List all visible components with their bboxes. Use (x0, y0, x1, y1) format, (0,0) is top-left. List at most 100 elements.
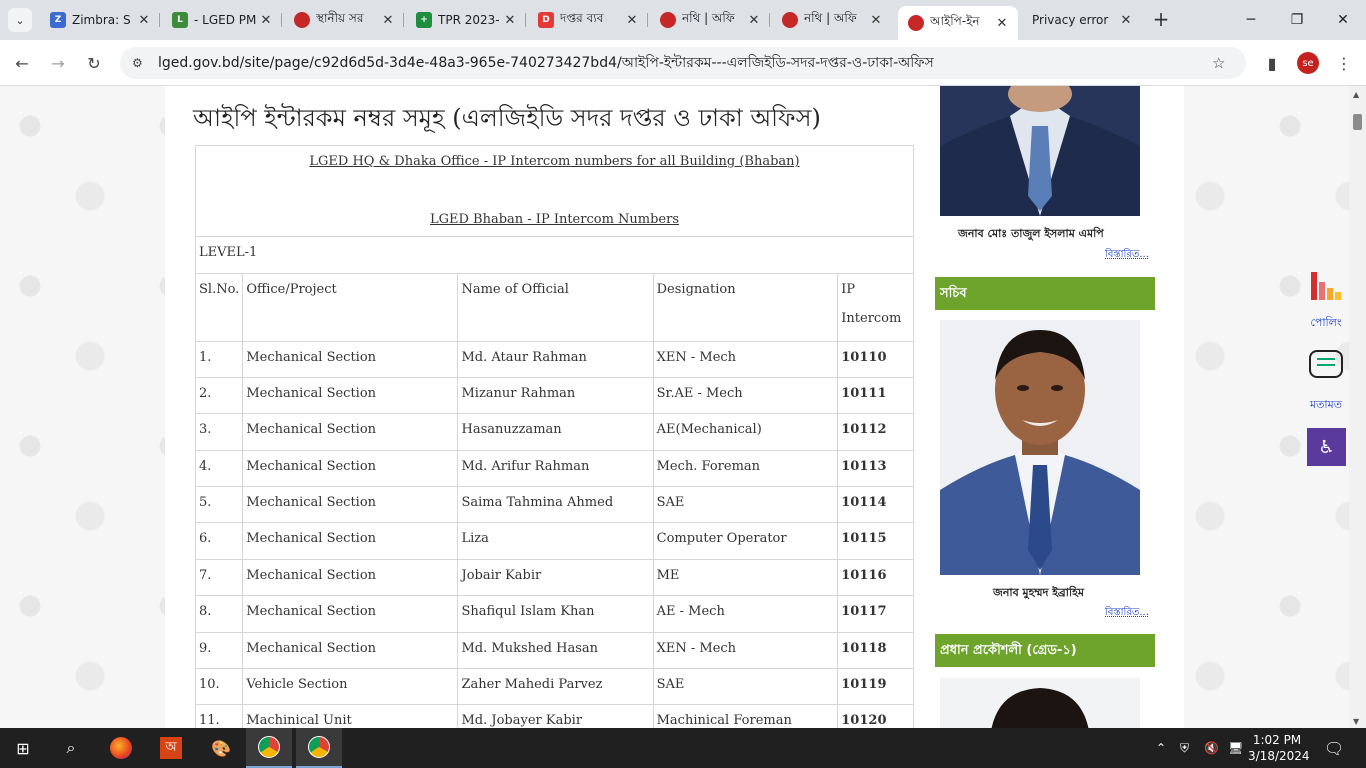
tab-search-button[interactable]: ⌄ (8, 8, 32, 32)
content-area: আইপি ইন্টারকম নম্বর সমূহ (এলজিইডি সদর দপ… (165, 86, 1184, 728)
firefox-button[interactable] (98, 728, 144, 768)
poll-widget[interactable]: পোলিং (1300, 266, 1352, 333)
profile-avatar[interactable]: se (1297, 52, 1319, 74)
avro-keyboard-icon: অ (160, 737, 182, 759)
cell-ip: 10111 (837, 376, 914, 415)
cell-office: Mechanical Section (242, 631, 459, 670)
close-icon[interactable]: ✕ (994, 16, 1010, 31)
cell-name: Saima Tahmina Ahmed (457, 486, 654, 524)
tab-doptor[interactable]: D দপ্তর ব্যব ✕ (528, 6, 648, 34)
new-tab-button[interactable]: + (1150, 8, 1172, 30)
avro-button[interactable]: অ (148, 728, 194, 768)
cell-designation: Mech. Foreman (652, 449, 839, 488)
chrome-profile-icon (308, 736, 330, 758)
table-row: 11. Machinical Unit Md. Jobayer Kabir Machi… (194, 704, 914, 728)
cell-sl: 7. (194, 558, 244, 597)
forward-button[interactable]: → (46, 51, 70, 75)
site-info-icon[interactable]: ⚙ (132, 56, 148, 70)
start-button[interactable]: ⊞ (0, 728, 46, 768)
tab-privacy-error[interactable]: Privacy error ✕ (1020, 6, 1142, 34)
page-viewport: আইপি ইন্টারকম নম্বর সমূহ (এলজিইডি সদর দপ… (0, 86, 1366, 728)
chevron-down-icon: ⌄ (15, 13, 25, 27)
system-clock[interactable]: 1:02 PM 3/18/2024 (1248, 732, 1310, 764)
paint-button[interactable]: 🎨 (198, 728, 244, 768)
cell-office: Mechanical Section (242, 376, 459, 415)
menu-button[interactable]: ⋮ (1332, 51, 1356, 75)
minimize-button[interactable]: ─ (1228, 0, 1274, 40)
close-icon[interactable]: ✕ (624, 13, 640, 28)
close-icon[interactable]: ✕ (746, 13, 762, 28)
cell-ip: 10114 (837, 486, 914, 524)
tab-local-gov[interactable]: স্থানীয় সর ✕ (284, 6, 404, 34)
tab-title: দপ্তর ব্যব (560, 11, 604, 25)
cell-sl: 1. (194, 340, 244, 378)
cell-name: Hasanuzzaman (457, 413, 654, 451)
cell-office: Machinical Unit (242, 704, 459, 728)
cell-ip: 10117 (837, 595, 914, 633)
close-window-button[interactable]: ✕ (1320, 0, 1366, 40)
restore-button[interactable]: ❐ (1274, 0, 1320, 40)
tab-zimbra[interactable]: Z Zimbra: S ✕ (40, 6, 160, 34)
header-sl: Sl.No. (194, 272, 244, 342)
bd-emblem-favicon-icon (782, 12, 798, 28)
tab-ip-intercom-active[interactable]: আইপি-ইন ✕ (898, 6, 1018, 40)
scroll-thumb[interactable] (1353, 114, 1362, 130)
doptor-favicon-icon: D (538, 12, 554, 28)
table-header-row: Sl.No. Office/Project Name of Official D… (194, 272, 914, 342)
tab-nothi-1[interactable]: নথি | অফি ✕ (650, 6, 770, 34)
close-icon[interactable]: ✕ (258, 13, 274, 28)
cell-designation: XEN - Mech (652, 631, 839, 670)
minister-details-link[interactable]: বিস্তারিত... (1105, 247, 1149, 264)
cell-office: Mechanical Section (242, 595, 459, 633)
close-icon[interactable]: ✕ (1118, 13, 1134, 28)
table-row: 9. Mechanical Section Md. Mukshed Hasan XEN… (194, 631, 914, 670)
tab-title: নথি | অফি (682, 11, 735, 25)
tab-lged-pm[interactable]: L - LGED PM ✕ (162, 6, 282, 34)
cell-designation: Computer Operator (652, 522, 839, 560)
windows-logo-icon: ⊞ (16, 738, 30, 758)
scroll-down-arrow-icon[interactable]: ▼ (1353, 717, 1359, 726)
chief-engineer-photo (940, 678, 1140, 728)
tab-tpr[interactable]: + TPR 2023- ✕ (406, 6, 526, 34)
bd-emblem-favicon-icon (294, 12, 310, 28)
cell-designation: ME (652, 558, 839, 597)
close-icon[interactable]: ✕ (868, 13, 884, 28)
reload-button[interactable]: ↻ (82, 51, 106, 75)
bookmark-star-icon[interactable]: ☆ (1212, 54, 1232, 72)
accessibility-button[interactable]: ♿ (1307, 428, 1346, 466)
side-panel-icon: ▮ (1267, 53, 1277, 73)
table-row: 10. Vehicle Section Zaher Mahedi Parvez SAE… (194, 668, 914, 706)
url-text[interactable]: lged.gov.bd/site/page/c92d6d5d-3d4e-48a3… (158, 51, 1212, 75)
chrome-icon (258, 736, 280, 758)
close-icon[interactable]: ✕ (380, 13, 396, 28)
chrome-button-1[interactable] (246, 728, 292, 768)
secretary-details-link[interactable]: বিস্তারিত... (1105, 605, 1149, 622)
cell-name: Shafiqul Islam Khan (457, 595, 654, 633)
side-panel-button[interactable]: ▮ (1260, 51, 1284, 75)
cell-ip: 10115 (837, 522, 914, 560)
close-icon[interactable]: ✕ (136, 13, 152, 28)
cell-name: Jobair Kabir (457, 558, 654, 597)
header-name: Name of Official (457, 272, 654, 342)
close-icon[interactable]: ✕ (502, 13, 518, 28)
tab-title: - LGED PM (194, 13, 257, 27)
header-office: Office/Project (242, 272, 459, 342)
tab-nothi-2[interactable]: নথি | অফি ✕ (772, 6, 892, 34)
scroll-up-arrow-icon[interactable]: ▲ (1353, 90, 1359, 99)
network-icon[interactable]: 🖥 (1228, 728, 1243, 768)
show-hidden-icons-button[interactable]: ⌃ (1156, 728, 1166, 768)
cell-designation: AE - Mech (652, 595, 839, 633)
search-button[interactable]: ⌕ (48, 728, 94, 768)
security-tray-icon[interactable]: ⛨ (1180, 728, 1189, 768)
feedback-widget[interactable]: মতামত (1300, 350, 1352, 415)
page-title: আইপি ইন্টারকম নম্বর সমূহ (এলজিইডি সদর দপ… (193, 104, 821, 132)
sheets-favicon-icon: + (416, 12, 432, 28)
page-scrollbar[interactable]: ▲ ▼ (1349, 86, 1366, 728)
intercom-table: LGED HQ & Dhaka Office - IP Intercom num… (194, 145, 914, 728)
notification-center-button[interactable]: 🗨 (1324, 728, 1344, 768)
reload-icon: ↻ (87, 53, 101, 73)
chrome-button-2[interactable] (296, 728, 342, 768)
address-bar[interactable]: ⚙ lged.gov.bd/site/page/c92d6d5d-3d4e-48… (120, 47, 1246, 79)
back-button[interactable]: ← (10, 51, 34, 75)
volume-muted-icon[interactable]: 🔇 (1204, 728, 1219, 768)
